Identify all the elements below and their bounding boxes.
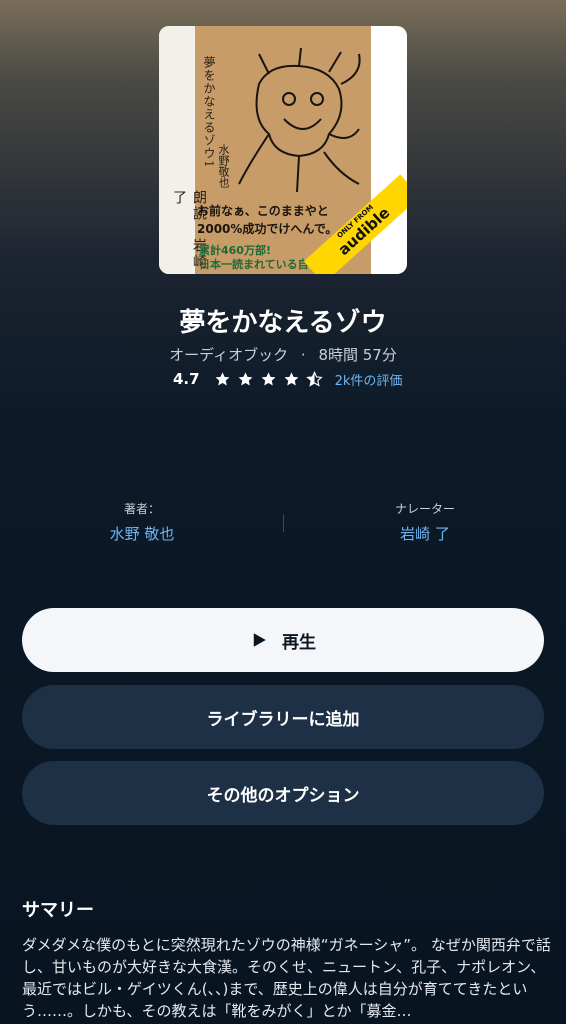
narrator-credit: ナレーター 岩崎 了 (335, 500, 515, 544)
credits-section: 著者： 水野 敬也 ナレーター 岩崎 了 (0, 500, 566, 546)
summary-text[interactable]: ダメダメな僕のもとに突然現れたゾウの神様“ガネーシャ”。 なぜか関西弁で話し、甘… (22, 934, 552, 1022)
play-button[interactable]: 再生 (22, 608, 544, 672)
book-format: オーディオブック (169, 346, 289, 364)
cover-slogan-line2: 2000%成功でけへんで。 (197, 222, 338, 236)
narrator-label: ナレーター (394, 502, 455, 516)
add-to-library-label: ライブラリーに追加 (206, 709, 360, 730)
book-duration: 8時間 57分 (318, 346, 397, 364)
rating-count-link[interactable]: 2k件の評価 (335, 370, 403, 389)
cover-sales: 累計460万部! 日本一読まれている自己 (199, 244, 320, 272)
more-options-label: その他のオプション (206, 785, 360, 806)
author-name-link[interactable]: 水野 敬也 (52, 523, 232, 544)
credits-divider (283, 514, 284, 532)
add-to-library-button[interactable]: ライブラリーに追加 (22, 685, 544, 749)
elephant-illustration (238, 47, 361, 193)
author-label: 著者： (123, 502, 160, 516)
book-cover[interactable]: 夢をかなえるゾウ1 水野敬也 朗読 岩崎了 お前なぁ、このままやと 2000%成… (159, 26, 407, 274)
book-title: 夢をかなえるゾウ (179, 308, 387, 338)
star-half-icon (305, 370, 323, 387)
narrator-name-link[interactable]: 岩崎 了 (335, 523, 515, 544)
cover-slogan-line1: お前なぁ、このままやと (197, 204, 329, 218)
book-meta: オーディオブック · 8時間 57分 (0, 344, 566, 365)
play-icon (253, 633, 266, 647)
cover-sales-line1: 累計460万部! (199, 244, 271, 257)
rating-value: 4.7 (173, 370, 200, 388)
cover-sales-line2: 日本一読まれている自己 (199, 258, 320, 271)
more-options-button[interactable]: その他のオプション (22, 761, 544, 825)
star-icon (284, 371, 299, 385)
play-button-label: 再生 (282, 632, 316, 653)
star-icon (261, 371, 276, 385)
star-icon (238, 371, 253, 385)
star-icon (215, 371, 230, 385)
author-credit: 著者： 水野 敬也 (52, 500, 232, 544)
meta-separator: · (300, 346, 306, 364)
rating-row[interactable]: 4.7 2k件の評価 (173, 368, 402, 390)
summary-heading: サマリー (22, 900, 94, 921)
